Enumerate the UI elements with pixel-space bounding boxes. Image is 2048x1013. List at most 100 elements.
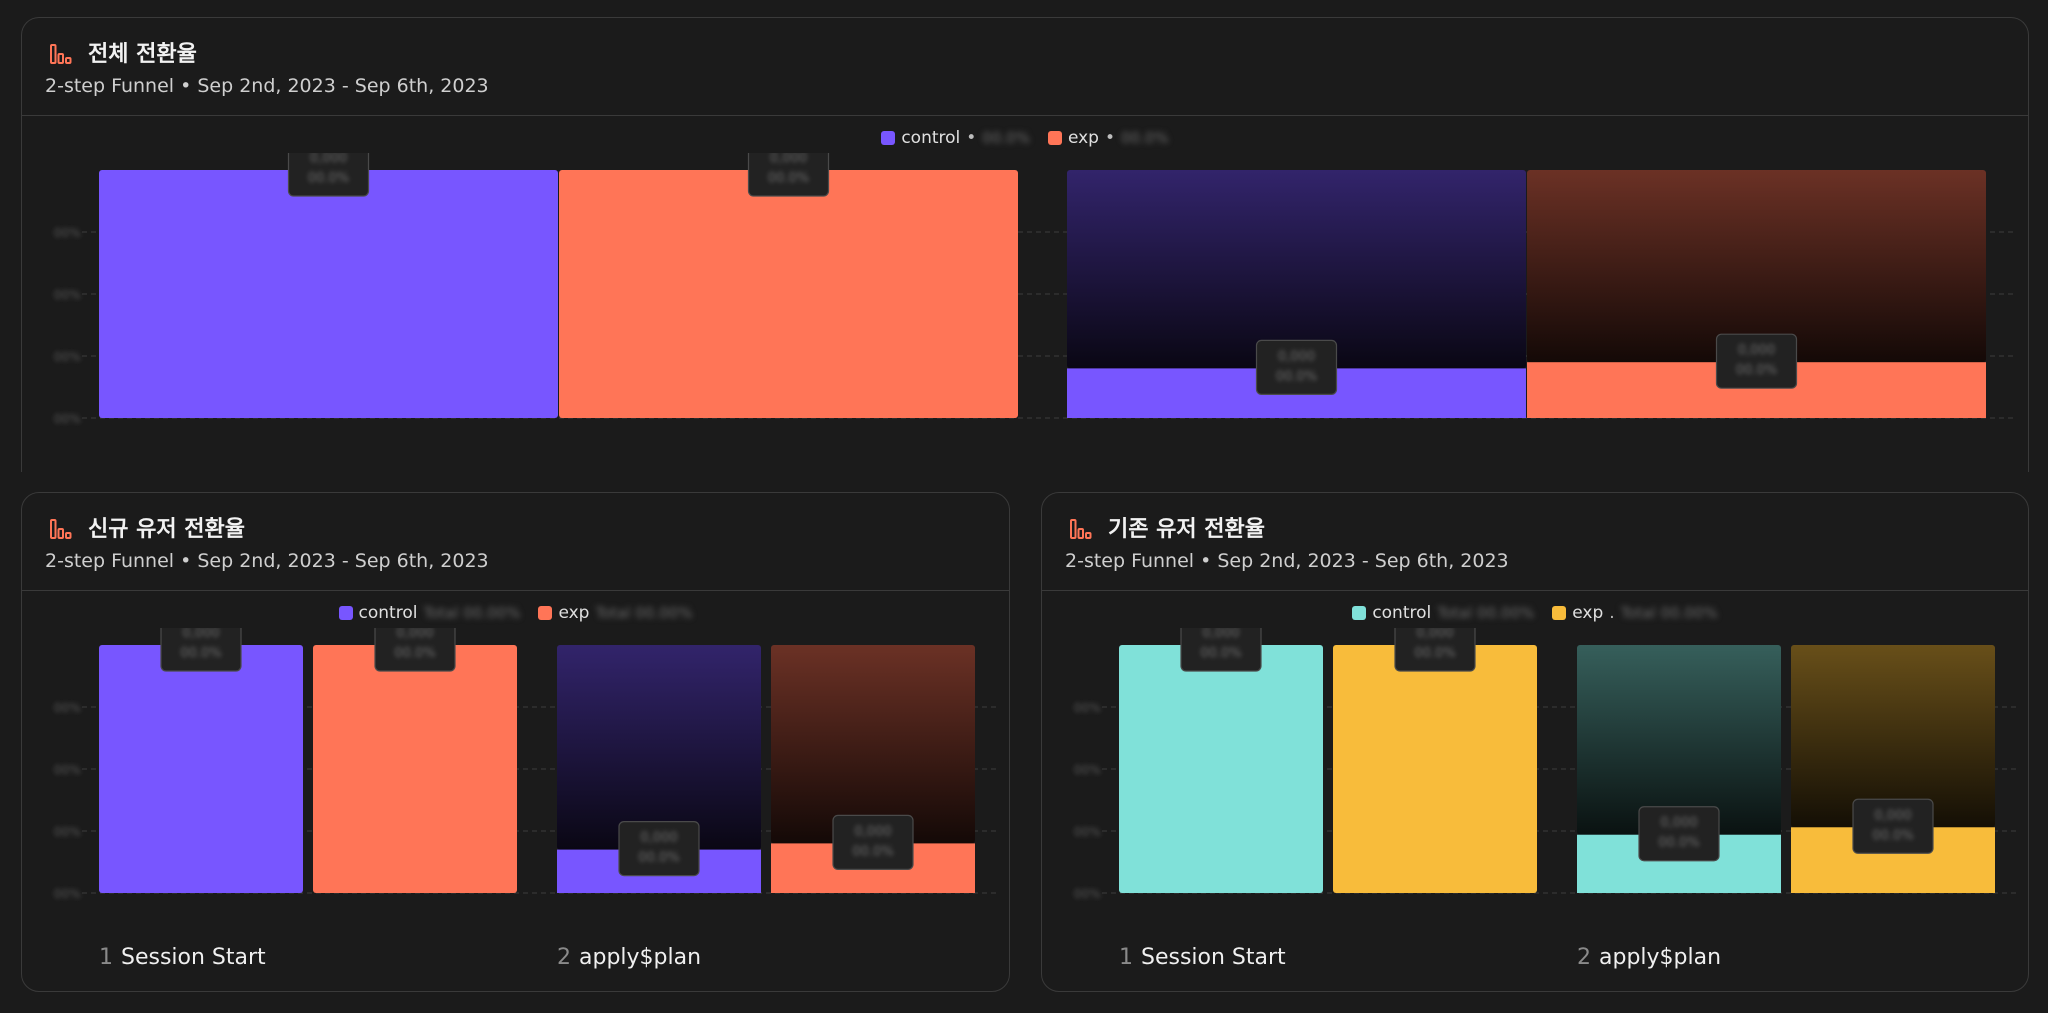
value-label: 00.0% (1658, 836, 1699, 851)
value-label: 00.0% (180, 646, 221, 661)
step-label-2[interactable]: 2 apply$plan (557, 945, 701, 970)
bar-control (99, 645, 303, 893)
bar-exp (313, 645, 517, 893)
legend-item-control[interactable]: control • 00.0% (881, 128, 1030, 148)
legend-swatch (881, 131, 896, 145)
value-label: 00.0% (1276, 369, 1317, 384)
value-label: 00.0% (1736, 363, 1777, 378)
y-tick-label: 00% (1074, 763, 1101, 777)
y-tick-label: 00% (54, 226, 81, 240)
value-label: 00.0% (768, 171, 809, 186)
dropoff-bar (771, 645, 975, 844)
legend-value-blurred: Total 00.00% (423, 604, 521, 622)
value-label: 0,000 (396, 628, 433, 641)
funnel-chart-icon (50, 519, 72, 539)
y-tick-label: 00% (1074, 887, 1101, 901)
step-name: Session Start (121, 945, 266, 970)
legend-item-exp[interactable]: exp . Total 00.00% (1552, 603, 1718, 623)
value-label: 00.0% (1872, 828, 1913, 843)
step-label-2[interactable]: 2 apply$plan (1577, 945, 1721, 970)
legend-label: exp (1572, 603, 1604, 623)
value-label: 0,000 (770, 153, 807, 166)
y-tick-label: 00% (54, 763, 81, 777)
legend-swatch (1352, 606, 1367, 620)
dropoff-bar (1527, 170, 1986, 363)
value-label: 00.0% (1414, 646, 1455, 661)
step-number: 2 (557, 945, 571, 970)
legend-item-control[interactable]: control Total 00.00% (338, 603, 521, 623)
value-label: 0,000 (1202, 628, 1239, 641)
legend-value-blurred: Total 00.00% (595, 604, 693, 622)
funnel-chart-icon (1070, 519, 1092, 539)
legend-label: control (901, 128, 961, 148)
legend-item-exp[interactable]: exp • 00.0% (1047, 128, 1169, 148)
value-label: 0,000 (854, 824, 891, 839)
y-tick-label: 00% (54, 825, 81, 839)
legend-swatch (338, 606, 353, 620)
value-label: 0,000 (640, 831, 677, 846)
legend-label: exp (1067, 128, 1099, 148)
legend-label: control (1372, 603, 1432, 623)
step-label-1[interactable]: 1 Session Start (99, 945, 266, 970)
step-name: apply$plan (579, 945, 702, 970)
funnel-bar-chart: 00% 00% 00% 00% 0,000 00.0% 0,000 00.0% 0,000 00.… (1074, 628, 2017, 901)
y-tick-label: 00% (54, 701, 81, 715)
legend-item-control[interactable]: control Total 00.00% (1352, 603, 1534, 623)
legend-value-blurred: Total 00.00% (1437, 604, 1535, 622)
y-tick-label: 00% (54, 350, 81, 364)
value-label: 00.0% (308, 171, 349, 186)
legend-label: control (358, 603, 418, 623)
step-name: Session Start (1141, 945, 1286, 970)
legend-separator: . (1609, 603, 1615, 623)
legend-swatch (538, 606, 553, 620)
value-label: 00.0% (394, 646, 435, 661)
step-number: 1 (99, 945, 113, 970)
bar-exp (1333, 645, 1537, 893)
dropoff-bar (1067, 170, 1526, 369)
card-subtitle: 2-step Funnel • Sep 2nd, 2023 - Sep 6th,… (45, 550, 489, 572)
card-title[interactable]: 기존 유저 전환율 (1108, 511, 1265, 543)
value-label: 0,000 (1874, 808, 1911, 823)
legend-separator: • (1104, 128, 1115, 148)
funnel-chart-icon (50, 44, 72, 64)
value-label: 00.0% (638, 851, 679, 866)
value-label: 0,000 (1738, 343, 1775, 358)
legend-value-blurred: Total 00.00% (1620, 604, 1718, 622)
legend-label: exp (558, 603, 590, 623)
chart-legend: control Total 00.00% exp . Total 00.00% (1042, 601, 2028, 625)
funnel-bar-chart: 00% 00% 00% 00% 0,000 00.0% 0,000 00.0% 0,000 00.… (54, 628, 997, 901)
legend-swatch (1552, 606, 1567, 620)
card-title[interactable]: 신규 유저 전환율 (88, 511, 245, 543)
funnel-card-new-users: 신규 유저 전환율 2-step Funnel • Sep 2nd, 2023 … (21, 492, 1010, 992)
legend-item-exp[interactable]: exp Total 00.00% (538, 603, 692, 623)
step-label-1[interactable]: 1 Session Start (1119, 945, 1286, 970)
legend-separator: • (966, 128, 977, 148)
step-number: 1 (1119, 945, 1133, 970)
legend-value-blurred: 00.0% (1121, 129, 1169, 147)
card-header: 신규 유저 전환율 2-step Funnel • Sep 2nd, 2023 … (22, 493, 1009, 591)
chart-legend: control • 00.0% exp • 00.0% (22, 126, 2028, 150)
funnel-card-existing-users: 기존 유저 전환율 2-step Funnel • Sep 2nd, 2023 … (1041, 492, 2029, 992)
value-label: 0,000 (1278, 349, 1315, 364)
y-tick-label: 00% (54, 288, 81, 302)
bar-exp (559, 170, 1018, 418)
bar-control (1119, 645, 1323, 893)
card-header: 기존 유저 전환율 2-step Funnel • Sep 2nd, 2023 … (1042, 493, 2028, 591)
y-tick-label: 00% (54, 887, 81, 901)
funnel-card-overall: 전체 전환율 2-step Funnel • Sep 2nd, 2023 - S… (21, 17, 2029, 472)
legend-value-blurred: 00.0% (982, 129, 1030, 147)
value-label: 00.0% (852, 844, 893, 859)
y-tick-label: 00% (1074, 701, 1101, 715)
y-tick-label: 00% (1074, 825, 1101, 839)
step-name: apply$plan (1599, 945, 1722, 970)
y-tick-label: 00% (54, 412, 81, 426)
dropoff-bar (557, 645, 761, 850)
funnel-bar-chart: 00% 00% 00% 00% 0,000 00.0% 0,000 00.0% 0,000 00.… (54, 153, 2017, 426)
card-title[interactable]: 전체 전환율 (88, 36, 197, 68)
value-label: 00.0% (1200, 646, 1241, 661)
card-header: 전체 전환율 2-step Funnel • Sep 2nd, 2023 - S… (22, 18, 2028, 116)
value-label: 0,000 (310, 153, 347, 166)
bar-control (99, 170, 558, 418)
chart-legend: control Total 00.00% exp Total 00.00% (22, 601, 1009, 625)
step-number: 2 (1577, 945, 1591, 970)
